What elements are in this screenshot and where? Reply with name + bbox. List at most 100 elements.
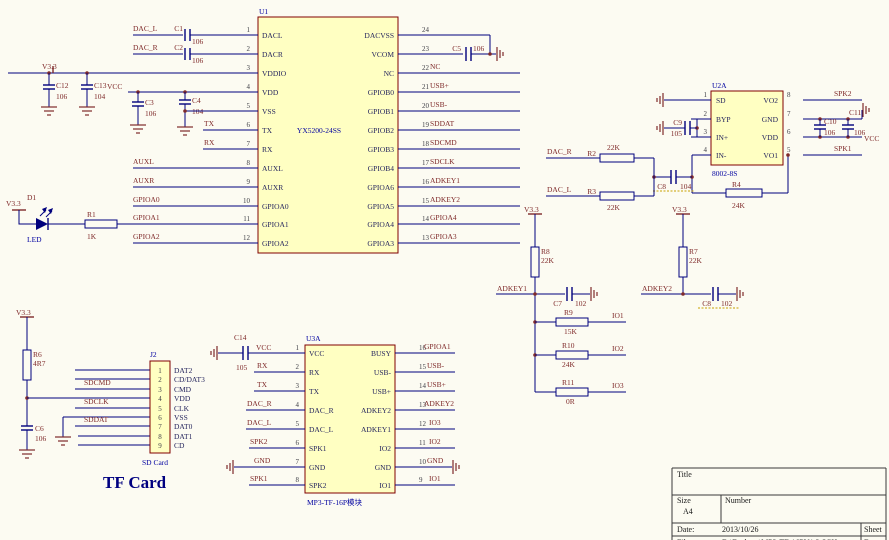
r2-resistor	[600, 154, 634, 162]
u3a-pin-name: DAC_L	[309, 425, 334, 434]
r1-resistor	[85, 220, 117, 228]
c13-ref: C13	[94, 81, 107, 90]
u3a-pin-num: 2	[296, 363, 300, 371]
net-label-sdcmd: SDCMD	[430, 138, 457, 147]
c1-ref: C1	[174, 24, 183, 33]
u1-pin-name: GPIOB4	[368, 164, 395, 173]
u1-pin-name: GPIOB2	[368, 126, 395, 135]
size-label: Size	[677, 496, 691, 505]
u1-pin-num: 2	[247, 45, 251, 53]
u3a-pin-num: 7	[296, 458, 300, 466]
r3-resistor	[600, 192, 634, 200]
u1-pin-num: 14	[422, 215, 430, 223]
net-label-vcc-u3: VCC	[256, 343, 271, 352]
net-label-dacl: DAC_L	[133, 24, 158, 33]
u1-pin-name: VCOM	[371, 50, 394, 59]
title-label: Title	[677, 470, 692, 479]
u1-pin-name: DACVSS	[364, 31, 394, 40]
net-label-dacl-u3: DAC_L	[247, 418, 272, 427]
r6-ref: R6	[33, 350, 42, 359]
u2a-pin-num: 1	[704, 91, 708, 99]
net-label-adkey2: ADKEY2	[642, 284, 672, 293]
r10-ref: R10	[562, 341, 575, 350]
j2-pin-name: DAT2	[174, 366, 193, 375]
power-label-v33: V3.3	[524, 205, 539, 214]
u3a-pin-num: 5	[296, 420, 300, 428]
c9-value: 105	[671, 129, 683, 138]
c10-value: 106	[824, 128, 836, 137]
r11-resistor	[556, 388, 588, 396]
net-label-gpioa1-u3: GPIOA1	[424, 342, 451, 351]
c8b-ref: C8	[702, 299, 711, 308]
r2-ref: R2	[587, 149, 596, 158]
c8a-value: 104	[680, 182, 692, 191]
u1-pin-name: GPIOA2	[262, 239, 289, 248]
net-label-sddat: SDDAT	[430, 119, 455, 128]
j2-pin-name: VDD	[174, 394, 191, 403]
u1-pin-num: 13	[422, 234, 430, 242]
c4-ref: C4	[192, 96, 201, 105]
net-label-io3: IO3	[612, 381, 624, 390]
u1-pin-name: VDD	[262, 88, 279, 97]
c5-ref: C5	[452, 44, 461, 53]
net-label-spk2: SPK2	[834, 89, 852, 98]
net-label-adkey2-u3: ADKEY2	[424, 399, 454, 408]
c12-value: 106	[56, 92, 68, 101]
c14-value: 105	[236, 363, 248, 372]
c9-ref: C9	[673, 118, 682, 127]
r3-value: 22K	[607, 203, 621, 212]
c6-ref: C6	[35, 424, 44, 433]
u1-pin-name: VSS	[262, 107, 276, 116]
net-label-spk2-u3: SPK2	[250, 437, 268, 446]
net-label-usbp-u3: USB+	[427, 380, 446, 389]
u3a-pin-num: 3	[296, 382, 300, 390]
power-label-v33: V3.3	[672, 205, 687, 214]
r9-ref: R9	[564, 308, 573, 317]
u3a-pin-num: 9	[419, 476, 423, 484]
size-value: A4	[683, 507, 693, 516]
u3a-pin-num: 12	[419, 420, 427, 428]
u3a-pin-name: TX	[309, 387, 320, 396]
net-label-gpioa0: GPIOA0	[133, 195, 160, 204]
r9-resistor	[556, 318, 588, 326]
c1-value: 106	[192, 37, 204, 46]
r6-value: 4R7	[33, 359, 46, 368]
net-label-gpioa2: GPIOA2	[133, 232, 160, 241]
r4-value: 24K	[732, 201, 746, 210]
r4-ref: R4	[732, 180, 741, 189]
u2a-pin-name: VDD	[762, 133, 779, 142]
u3a-pin-num: 1	[296, 344, 300, 352]
u1-pin-name: GPIOB1	[368, 107, 395, 116]
sheet-label: Sheet	[864, 525, 883, 534]
u3a-pin-num: 4	[296, 401, 300, 409]
u1-pin-name: DACR	[262, 50, 283, 59]
u1-pin-num: 20	[422, 102, 430, 110]
u2a-pin-num: 4	[704, 146, 708, 154]
net-label-io3-u3: IO3	[429, 418, 441, 427]
j2-pin-num: 9	[158, 442, 162, 450]
net-label-adkey1: ADKEY1	[497, 284, 527, 293]
net-label-gnd-u3l: GND	[254, 456, 271, 465]
u3a-pin-name: SPK1	[309, 444, 327, 453]
net-label-rx: RX	[204, 138, 215, 147]
u3a-pin-name: SPK2	[309, 481, 327, 490]
net-label-adkey1: ADKEY1	[430, 176, 460, 185]
u1-pin-num: 22	[422, 64, 430, 72]
u3a-pin-name: GND	[375, 463, 392, 472]
r11-ref: R11	[562, 378, 574, 387]
c6-value: 106	[35, 434, 47, 443]
u2a-pin-name: VO2	[763, 96, 778, 105]
j2-pin-num: 6	[158, 414, 162, 422]
u3a-part-number: MP3-TF-16P模块	[307, 497, 363, 507]
power-label-vcc: VCC	[864, 134, 879, 143]
c13-value: 104	[94, 92, 106, 101]
r4-resistor	[726, 189, 762, 197]
c10-ref: C10	[824, 117, 837, 126]
net-label-dacl-amp: DAC_L	[547, 185, 572, 194]
c2-ref: C2	[174, 43, 183, 52]
net-label-gnd-u3r: GND	[427, 456, 444, 465]
net-label-spk1-u3: SPK1	[250, 474, 268, 483]
u3a-pin-name: DAC_R	[309, 406, 334, 415]
r7-resistor	[679, 247, 687, 277]
u1-pin-num: 5	[247, 102, 251, 110]
